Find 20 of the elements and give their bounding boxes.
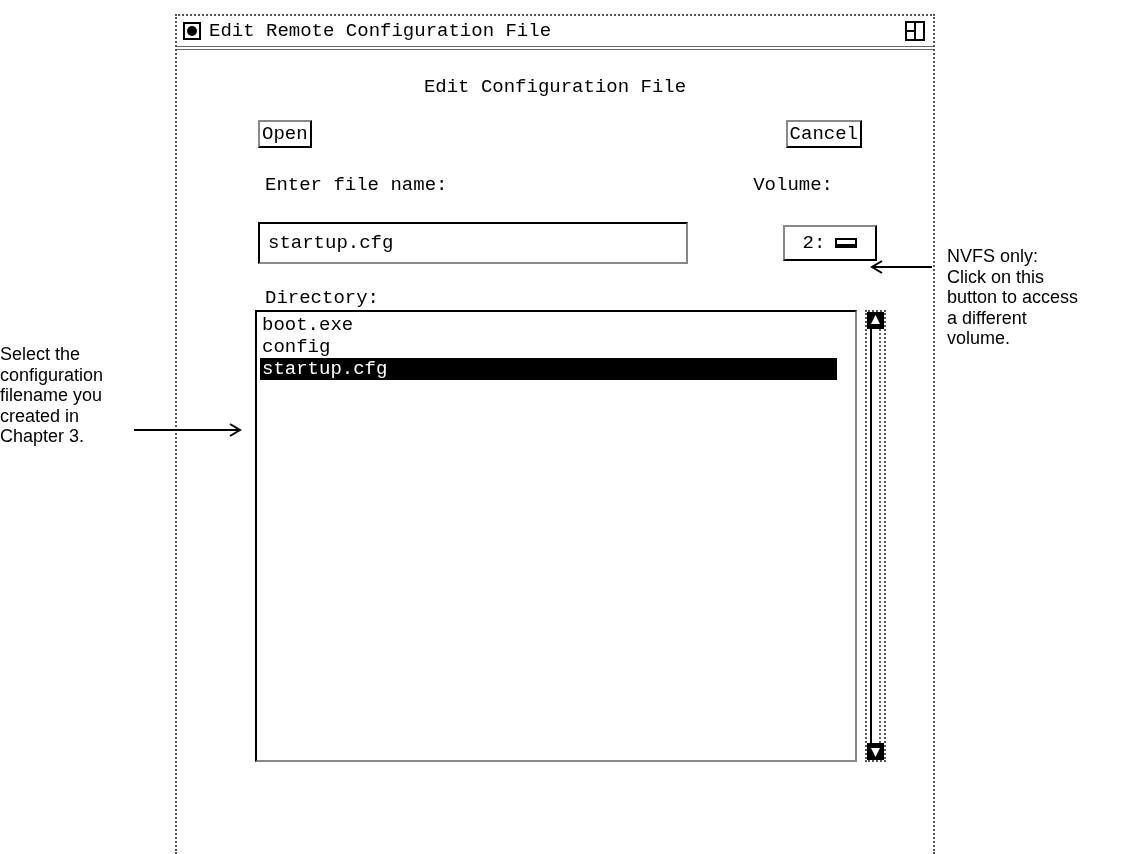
window-menu-icon[interactable] [183,22,201,40]
volume-button[interactable]: 2: [783,225,877,261]
scrollbar[interactable] [865,310,886,762]
push-button[interactable]: Open [258,120,312,148]
window-title: Edit Remote Configuration File [209,20,552,42]
list-item[interactable]: boot.exe [260,314,837,336]
callout-text: Select the configuration filename you created in Chapter 3. [0,344,105,447]
pointer-arrow [870,260,932,274]
field-label: Volume: [753,174,833,198]
list-item[interactable]: startup.cfg [260,358,837,380]
list-label: Directory: [265,286,381,310]
input-field[interactable]: startup.cfg [258,222,688,264]
field-label: Enter file name: [265,174,448,198]
scroll-up-icon[interactable] [867,312,884,329]
list-item[interactable]: config [260,336,837,358]
scroll-down-icon[interactable] [867,743,884,760]
push-button[interactable]: Cancel [785,120,862,148]
callout-text: NVFS only: Click on this button to access a different volume. [947,246,1080,349]
maximize-icon[interactable] [905,21,925,41]
dialog-heading: Edit Configuration File [422,76,688,100]
